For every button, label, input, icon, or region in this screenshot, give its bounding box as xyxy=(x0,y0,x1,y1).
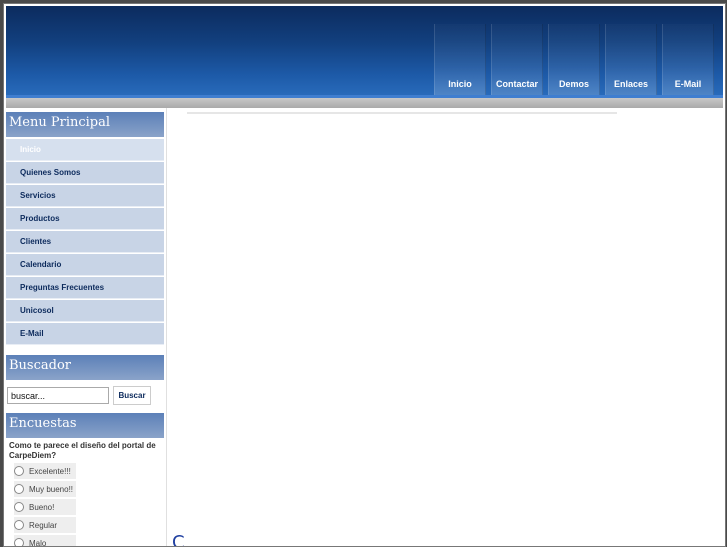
page-frame: Inicio Contactar Demos Enlaces E-Mail Me… xyxy=(3,3,726,547)
content-divider xyxy=(187,112,617,114)
spacer xyxy=(6,345,164,355)
radio-icon[interactable] xyxy=(14,520,24,530)
left-sidebar: Menu Principal Inicio Quienes Somos Serv… xyxy=(6,112,164,547)
poll-question: Como te parece el diseño del portal de C… xyxy=(6,439,164,461)
poll-option-bueno[interactable]: Bueno! xyxy=(14,499,76,515)
nav-email[interactable]: E-Mail xyxy=(662,24,714,96)
poll-option-excelente[interactable]: Excelente!!! xyxy=(14,463,76,479)
poll-option-label: Excelente!!! xyxy=(29,467,71,476)
radio-icon[interactable] xyxy=(14,484,24,494)
menu-title: Menu Principal xyxy=(6,112,164,138)
poll-option-label: Malo xyxy=(29,539,46,547)
poll-option-regular[interactable]: Regular xyxy=(14,517,76,533)
menu-item-clientes[interactable]: Clientes xyxy=(6,231,164,253)
menu-item-productos[interactable]: Productos xyxy=(6,208,164,230)
radio-icon[interactable] xyxy=(14,538,24,547)
nav-demos[interactable]: Demos xyxy=(548,24,600,96)
menu-item-quienes-somos[interactable]: Quienes Somos xyxy=(6,162,164,184)
poll-option-label: Bueno! xyxy=(29,503,54,512)
radio-icon[interactable] xyxy=(14,502,24,512)
search-input[interactable] xyxy=(7,387,109,404)
header-divider xyxy=(6,98,723,108)
menu-item-servicios[interactable]: Servicios xyxy=(6,185,164,207)
radio-icon[interactable] xyxy=(14,466,24,476)
poll-option-malo[interactable]: Malo xyxy=(14,535,76,547)
poll-option-label: Muy bueno!! xyxy=(29,485,73,494)
poll-option-label: Regular xyxy=(29,521,57,530)
main-content: C xyxy=(166,108,724,547)
search-button[interactable]: Buscar xyxy=(113,386,151,405)
search-title: Buscador xyxy=(6,355,164,381)
site-header: Inicio Contactar Demos Enlaces E-Mail xyxy=(6,6,723,98)
menu-item-inicio[interactable]: Inicio xyxy=(6,139,164,161)
menu-item-preguntas-frecuentes[interactable]: Preguntas Frecuentes xyxy=(6,277,164,299)
poll-option-muy-bueno[interactable]: Muy bueno!! xyxy=(14,481,76,497)
menu-item-email[interactable]: E-Mail xyxy=(6,323,164,345)
menu-item-unicosol[interactable]: Unicosol xyxy=(6,300,164,322)
nav-inicio[interactable]: Inicio xyxy=(434,24,486,96)
menu-item-calendario[interactable]: Calendario xyxy=(6,254,164,276)
poll-title: Encuestas xyxy=(6,413,164,439)
search-module: Buscar xyxy=(6,381,164,413)
nav-contactar[interactable]: Contactar xyxy=(491,24,543,96)
nav-enlaces[interactable]: Enlaces xyxy=(605,24,657,96)
